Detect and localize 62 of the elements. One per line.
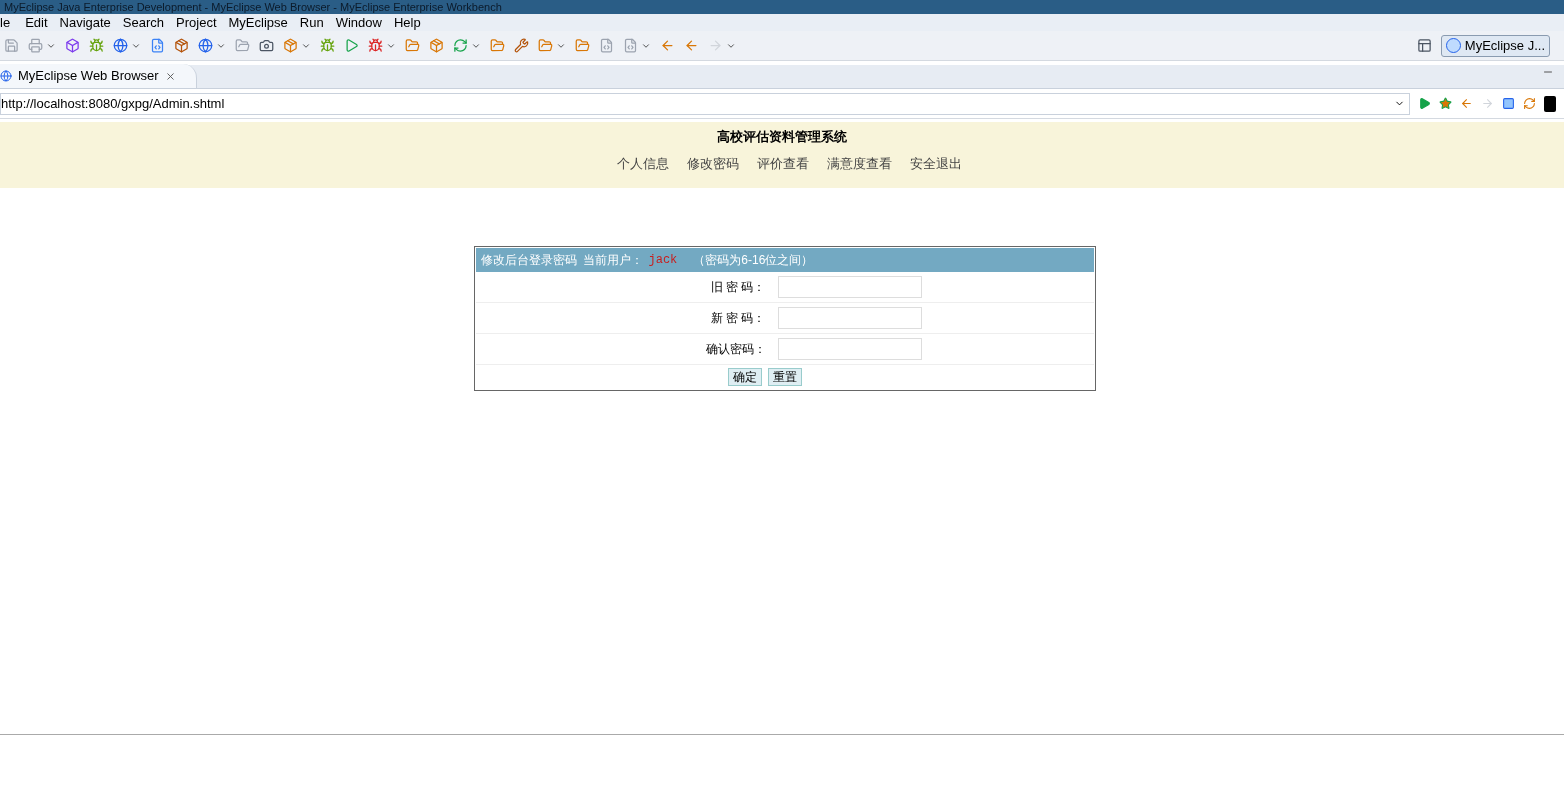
back-icon[interactable] bbox=[1460, 97, 1473, 110]
user-label: 当前用户： bbox=[582, 252, 643, 269]
folder-icon[interactable] bbox=[490, 38, 505, 53]
bug-icon[interactable] bbox=[368, 38, 383, 53]
globe-icon[interactable] bbox=[113, 38, 128, 53]
nav-link[interactable]: 个人信息 bbox=[617, 153, 669, 173]
close-icon[interactable] bbox=[164, 70, 176, 82]
globe-icon bbox=[0, 70, 12, 82]
form-heading: 修改后台登录密码 bbox=[480, 252, 577, 269]
password-hint: （密码为6-16位之间） bbox=[693, 252, 814, 269]
file-icon[interactable] bbox=[599, 38, 614, 53]
menu-item[interactable]: Project bbox=[170, 12, 223, 33]
nav-link[interactable]: 安全退出 bbox=[910, 153, 962, 173]
wrench-icon[interactable] bbox=[514, 38, 529, 53]
password-field[interactable] bbox=[777, 338, 922, 360]
user-name: jack bbox=[648, 252, 678, 269]
menu-item[interactable]: Navigate bbox=[53, 12, 117, 33]
password-field[interactable] bbox=[777, 307, 922, 329]
menu-item[interactable]: Search bbox=[116, 12, 171, 33]
folder-icon[interactable] bbox=[575, 38, 590, 53]
nav-link[interactable]: 满意度查看 bbox=[827, 153, 892, 173]
panel-icon[interactable] bbox=[1544, 95, 1556, 112]
folder-icon[interactable] bbox=[405, 38, 420, 53]
editor-tab[interactable]: MyEclipse Web Browser bbox=[0, 64, 197, 88]
window-title: MyEclipse Java Enterprise Development - MyEclipse Web Browser - MyEclipse Enterprise Workbench bbox=[4, 1, 502, 13]
perspective-button[interactable]: MyEclipse J... bbox=[1440, 34, 1550, 57]
nav-link[interactable]: 评价查看 bbox=[757, 153, 809, 173]
file-icon[interactable] bbox=[623, 38, 638, 53]
menu-item[interactable]: Help bbox=[387, 12, 427, 33]
star-icon[interactable] bbox=[1439, 97, 1452, 110]
field-label: 新 密 码： bbox=[709, 310, 767, 327]
file-icon[interactable] bbox=[150, 38, 165, 53]
reset-button[interactable]: 重置 bbox=[767, 368, 802, 386]
password-field[interactable] bbox=[777, 276, 922, 298]
menu-item[interactable]: Window bbox=[329, 12, 388, 33]
bug-icon[interactable] bbox=[320, 38, 335, 53]
package-icon[interactable] bbox=[174, 38, 189, 53]
nav-link[interactable]: 修改密码 bbox=[687, 153, 739, 173]
play-icon[interactable] bbox=[344, 38, 359, 53]
print-icon[interactable] bbox=[28, 38, 43, 53]
menu-item[interactable]: MyEclipse bbox=[222, 12, 294, 33]
field-label: 确认密码： bbox=[704, 341, 767, 358]
field-label: 旧 密 码： bbox=[709, 279, 767, 296]
refresh-icon[interactable] bbox=[1523, 97, 1536, 110]
submit-button[interactable]: 确定 bbox=[727, 368, 762, 386]
site-title: 高校评估资料管理系统 bbox=[717, 128, 847, 146]
menu-item[interactable]: Run bbox=[293, 12, 330, 33]
package-icon[interactable] bbox=[283, 38, 298, 53]
package-icon[interactable] bbox=[429, 38, 444, 53]
save-icon[interactable] bbox=[4, 38, 19, 53]
cube-icon[interactable] bbox=[65, 38, 80, 53]
menu-item[interactable]: Edit bbox=[19, 12, 54, 33]
folder-icon[interactable] bbox=[538, 38, 553, 53]
camera-icon[interactable] bbox=[259, 38, 274, 53]
folder-icon[interactable] bbox=[235, 38, 250, 53]
globe-icon[interactable] bbox=[198, 38, 213, 53]
menu-item[interactable]: le bbox=[0, 12, 20, 33]
layout-icon[interactable] bbox=[1416, 38, 1432, 53]
go-icon[interactable] bbox=[1418, 97, 1431, 110]
bug-icon[interactable] bbox=[89, 38, 104, 53]
refresh-icon[interactable] bbox=[453, 38, 468, 53]
stop-icon[interactable] bbox=[1502, 97, 1515, 110]
